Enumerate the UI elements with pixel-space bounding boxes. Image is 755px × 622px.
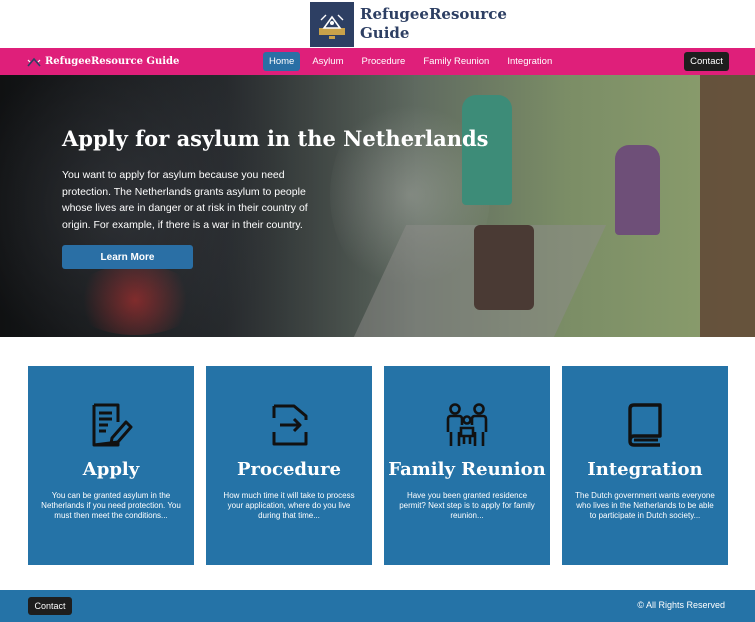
procedure-arrow-icon [206,402,372,448]
nav-asylum[interactable]: Asylum [306,52,349,71]
logo-title[interactable]: RefugeeResource Guide [360,5,507,43]
card-apply[interactable]: Apply You can be granted asylum in the N… [28,366,194,565]
footer: Contact © All Rights Reserved [0,590,755,622]
main-navbar: RefugeeResource Guide Home Asylum Proced… [0,48,755,75]
hero-title: Apply for asylum in the Netherlands [62,126,489,151]
nav-contact-button[interactable]: Contact [684,52,729,71]
card-title: Family Reunion [388,459,546,480]
nav-home[interactable]: Home [263,52,301,71]
card-text: Have you been granted residence permit? … [399,491,535,520]
card-title: Apply [82,459,140,480]
nav-brand-label: RefugeeResource Guide [45,56,180,67]
hero-photo-pillar [700,75,755,337]
card-family-reunion[interactable]: Family Reunion Have you been granted res… [384,366,550,565]
family-icon [384,402,550,448]
logo-icon [319,14,345,39]
nav-procedure[interactable]: Procedure [356,52,412,71]
card-procedure[interactable]: Procedure How much time it will take to … [206,366,372,565]
logo-emblem[interactable] [310,2,354,47]
nav-integration[interactable]: Integration [501,52,558,71]
footer-copyright: © All Rights Reserved [637,600,725,610]
hero-description: You want to apply for asylum because you… [62,169,308,231]
card-integration[interactable]: Integration The Dutch government wants e… [562,366,728,565]
card-text: The Dutch government wants everyone who … [575,491,715,520]
hero-photo-suitcase [474,225,534,310]
nav-links: Home Asylum Procedure Family Reunion Int… [263,52,564,71]
footer-contact-button[interactable]: Contact [28,597,72,615]
logo-bar: RefugeeResource Guide [0,0,755,48]
brand-icon [27,57,41,67]
nav-family-reunion[interactable]: Family Reunion [417,52,495,71]
card-text: You can be granted asylum in the Netherl… [41,491,181,520]
learn-more-button[interactable]: Learn More [62,245,193,269]
book-icon [562,402,728,448]
card-text: How much time it will take to process yo… [223,491,355,520]
card-title: Integration [587,459,703,480]
card-title: Procedure [236,459,342,480]
document-pen-icon [28,402,194,448]
hero-banner: Apply for asylum in the Netherlands You … [0,75,755,337]
hero-photo-child [615,145,660,235]
nav-brand[interactable]: RefugeeResource Guide [27,48,179,75]
